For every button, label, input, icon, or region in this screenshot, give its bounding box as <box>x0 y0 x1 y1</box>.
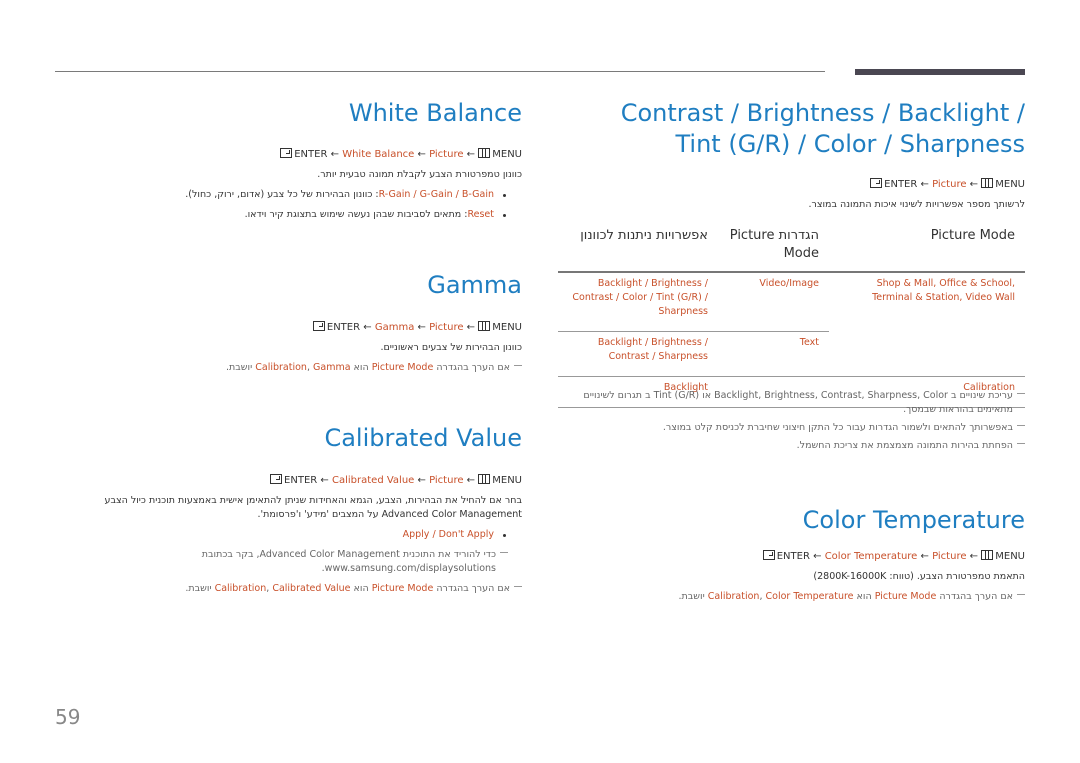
note: אם הערך בהגדרה Picture Mode הוא Calibrat… <box>85 582 522 596</box>
table-row: Shop & Mall, Office & School, Terminal &… <box>558 272 1025 377</box>
section-title: Calibrated Value <box>324 424 522 452</box>
enter-key-icon <box>870 178 883 188</box>
cell-setting: Text <box>718 331 829 377</box>
bullet-item: Apply / Don't Apply <box>85 528 508 542</box>
picture-mode-table: Picture Mode הגדרות Picture Mode אפשרויו… <box>558 225 1025 408</box>
menu-icon <box>478 148 491 158</box>
enter-key-icon <box>762 550 775 560</box>
section-title: Gamma <box>427 271 522 299</box>
menu-path: ENTER ← Calibrated Value ← Picture ← MEN… <box>85 474 522 488</box>
note: באפשרותך להתאים ולשמור הגדרות עבור כל הת… <box>558 421 1025 435</box>
gamma-section: Gamma ENTER ← Gamma ← Picture ← MENU כוו… <box>85 270 522 375</box>
white-balance-section: White Balance ENTER ← White Balance ← Pi… <box>85 98 522 222</box>
enter-key-icon <box>312 321 325 331</box>
page-number: 59 <box>55 705 81 729</box>
bullet-item: R-Gain / G-Gain / B-Gain: כוונון הבהירות… <box>85 188 508 202</box>
note: עריכת שינויים ב Backlight, Brightness, C… <box>558 389 1025 417</box>
section-description: התאמת טמפרטורת הצבע. (טווח: 2800K-16000K… <box>813 571 1025 582</box>
note: אם הערך בהגדרה Picture Mode הוא Calibrat… <box>85 361 522 375</box>
section-title: White Balance <box>348 99 522 127</box>
note: אם הערך בהגדרה Picture Mode הוא Calibrat… <box>555 590 1025 604</box>
col-header-options: אפשרויות ניתנות לכוונון <box>558 225 718 273</box>
table-header-row: Picture Mode הגדרות Picture Mode אפשרויו… <box>558 225 1025 273</box>
section-bar <box>855 69 1025 75</box>
color-temperature-section: Color Temperature ENTER ← Color Temperat… <box>555 505 1025 604</box>
menu-icon <box>981 550 994 560</box>
section-description: כוונון טמפרטורת הצבע לקבלת תמונה טבעית י… <box>317 169 522 180</box>
cell-setting: Video/Image <box>718 272 829 332</box>
col-header-mode: Picture Mode <box>829 225 1025 273</box>
menu-icon <box>478 321 491 331</box>
section-description: לרשותך מספר אפשרויות לשינוי איכות התמונה… <box>808 199 1025 210</box>
menu-path: ENTER ← Picture ← MENU <box>555 178 1025 192</box>
section-description: בחר אם להחיל את הבהירות, הצבע, הגמא והאח… <box>104 495 522 520</box>
section-description: כוונון הבהירות של צבעים ראשוניים. <box>380 342 522 353</box>
cell-options: Backlight / Brightness / Contrast / Colo… <box>558 272 718 332</box>
col-header-setting: הגדרות Picture Mode <box>718 225 829 273</box>
cell-mode: Shop & Mall, Office & School, Terminal &… <box>829 272 1025 377</box>
bullet-item: Reset: מתאים לסביבות שבהן נעשה שימוש בתצ… <box>85 208 508 222</box>
enter-key-icon <box>280 148 293 158</box>
picture-notes: עריכת שינויים ב Backlight, Brightness, C… <box>558 389 1025 453</box>
menu-path: ENTER ← Gamma ← Picture ← MENU <box>85 321 522 335</box>
path-picture: Picture <box>932 179 967 190</box>
note: הפחתת בהירות התמונה מצמצמת את צריכת החשמ… <box>558 439 1025 453</box>
cell-options: Backlight / Brightness / Contrast / Shar… <box>558 331 718 377</box>
menu-icon <box>478 474 491 484</box>
menu-path: ENTER ← White Balance ← Picture ← MENU <box>85 148 522 162</box>
header-rule <box>55 71 825 72</box>
note: כדי להוריד את התוכנית Advanced Color Man… <box>85 548 508 576</box>
section-title: Color Temperature <box>802 506 1025 534</box>
menu-path: ENTER ← Color Temperature ← Picture ← ME… <box>555 550 1025 564</box>
picture-settings-section: / Contrast / Brightness / Backlight Tint… <box>555 98 1025 212</box>
calibrated-value-section: Calibrated Value ENTER ← Calibrated Valu… <box>85 423 522 596</box>
menu-icon <box>981 178 994 188</box>
section-title: / Contrast / Brightness / Backlight Tint… <box>620 99 1025 158</box>
enter-key-icon <box>270 474 283 484</box>
